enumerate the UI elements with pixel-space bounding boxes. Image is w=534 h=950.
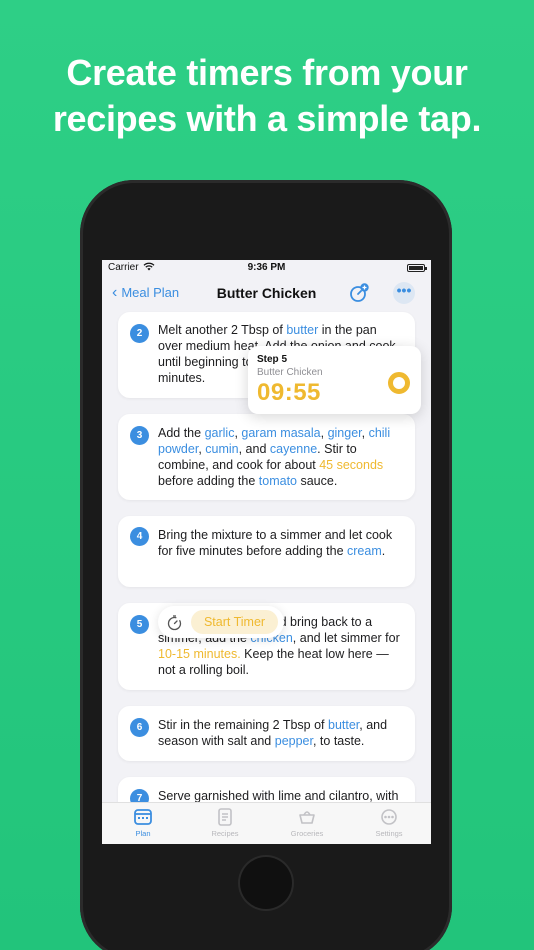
add-timer-icon[interactable] xyxy=(348,282,370,304)
status-bar: Carrier 9:36 PM xyxy=(102,260,431,276)
timer-step-label: Step 5 xyxy=(257,354,288,365)
start-timer-button[interactable]: Start Timer xyxy=(191,610,278,634)
step-text-segment: , to taste. xyxy=(312,734,365,748)
step-number: 2 xyxy=(130,324,149,343)
step-text-segment: , and xyxy=(238,442,270,456)
step-text: Stir in the remaining 2 Tbsp of butter , … xyxy=(158,717,401,749)
tab-label: Settings xyxy=(375,829,403,838)
step-text: Bring the mixture to a simmer and let co… xyxy=(158,527,401,559)
step-number: 4 xyxy=(130,527,149,546)
step-text-segment: Melt another 2 Tbsp of xyxy=(158,323,287,337)
step-text-segment: sauce. xyxy=(297,474,338,488)
ingredient-link[interactable]: pepper xyxy=(275,734,313,748)
step-card[interactable]: 6 Stir in the remaining 2 Tbsp of butter… xyxy=(118,706,415,761)
step-text: Add the garlic, garam masala, ginger, ch… xyxy=(158,425,401,489)
step-text-segment: , xyxy=(361,426,369,440)
tab-settings[interactable]: Settings xyxy=(348,807,430,838)
timer-remaining: 09:55 xyxy=(257,379,321,406)
headline-line-1: Create timers from your xyxy=(66,52,468,93)
page-title: Butter Chicken xyxy=(216,285,317,301)
navigation-bar: ‹ Meal Plan Butter Chicken ••• xyxy=(102,280,431,308)
step-card[interactable]: 4 Bring the mixture to a simmer and let … xyxy=(118,516,415,587)
timer-duration-link[interactable]: 10-15 minutes. xyxy=(158,647,241,661)
step-number: 6 xyxy=(130,718,149,737)
ingredient-link[interactable]: cayenne xyxy=(270,442,317,456)
ingredient-link[interactable]: garam masala xyxy=(241,426,320,440)
tab-plan[interactable]: Plan xyxy=(102,807,184,838)
step-text-segment: , xyxy=(320,426,328,440)
step-text-segment: Add the xyxy=(158,426,205,440)
battery-icon xyxy=(407,264,427,272)
tab-groceries[interactable]: Groceries xyxy=(266,807,348,838)
timer-duration-link[interactable]: 45 seconds xyxy=(319,458,383,472)
basket-icon xyxy=(299,811,315,824)
ingredient-link[interactable]: ginger xyxy=(328,426,362,440)
tab-label: Recipes xyxy=(211,829,239,838)
step-text-segment: . xyxy=(381,544,386,558)
ingredient-link[interactable]: butter xyxy=(286,323,318,337)
tab-bar: Plan Recipes Groceries Settings xyxy=(102,802,431,844)
tab-label: Plan xyxy=(135,829,151,838)
promo-headline: Create timers from your recipes with a s… xyxy=(0,50,534,142)
ingredient-link[interactable]: garlic xyxy=(205,426,235,440)
step-text-segment: , and let simmer for xyxy=(292,631,400,645)
step-card[interactable]: 3 Add the garlic, garam masala, ginger, … xyxy=(118,414,415,500)
tab-label: Groceries xyxy=(290,829,324,838)
ellipsis-icon[interactable]: ••• xyxy=(393,282,415,304)
start-timer-callout[interactable]: Start Timer xyxy=(158,606,284,638)
timer-recipe-name: Butter Chicken xyxy=(257,367,323,378)
gear-icon xyxy=(381,809,397,825)
document-icon xyxy=(218,808,232,826)
app-screen: Carrier 9:36 PM ‹ Meal Plan Butter Chick… xyxy=(102,260,431,844)
step-text-segment: before adding the xyxy=(158,474,259,488)
step-number: 3 xyxy=(130,426,149,445)
step-text-segment: Stir in the remaining 2 Tbsp of xyxy=(158,718,328,732)
calendar-icon xyxy=(134,809,152,825)
ingredient-link[interactable]: tomato xyxy=(259,474,297,488)
tab-recipes[interactable]: Recipes xyxy=(184,807,266,838)
headline-line-2: recipes with a simple tap. xyxy=(52,98,482,139)
ingredient-link[interactable]: butter xyxy=(328,718,359,732)
status-time: 9:36 PM xyxy=(247,262,286,273)
step-number: 5 xyxy=(130,615,149,634)
timer-progress-ring xyxy=(388,372,410,394)
stopwatch-icon xyxy=(166,614,183,636)
home-button[interactable] xyxy=(240,857,292,909)
ingredient-link[interactable]: cream xyxy=(347,544,382,558)
ingredient-link[interactable]: cumin xyxy=(205,442,238,456)
active-timer-popup[interactable]: Step 5 Butter Chicken 09:55 xyxy=(248,346,421,414)
